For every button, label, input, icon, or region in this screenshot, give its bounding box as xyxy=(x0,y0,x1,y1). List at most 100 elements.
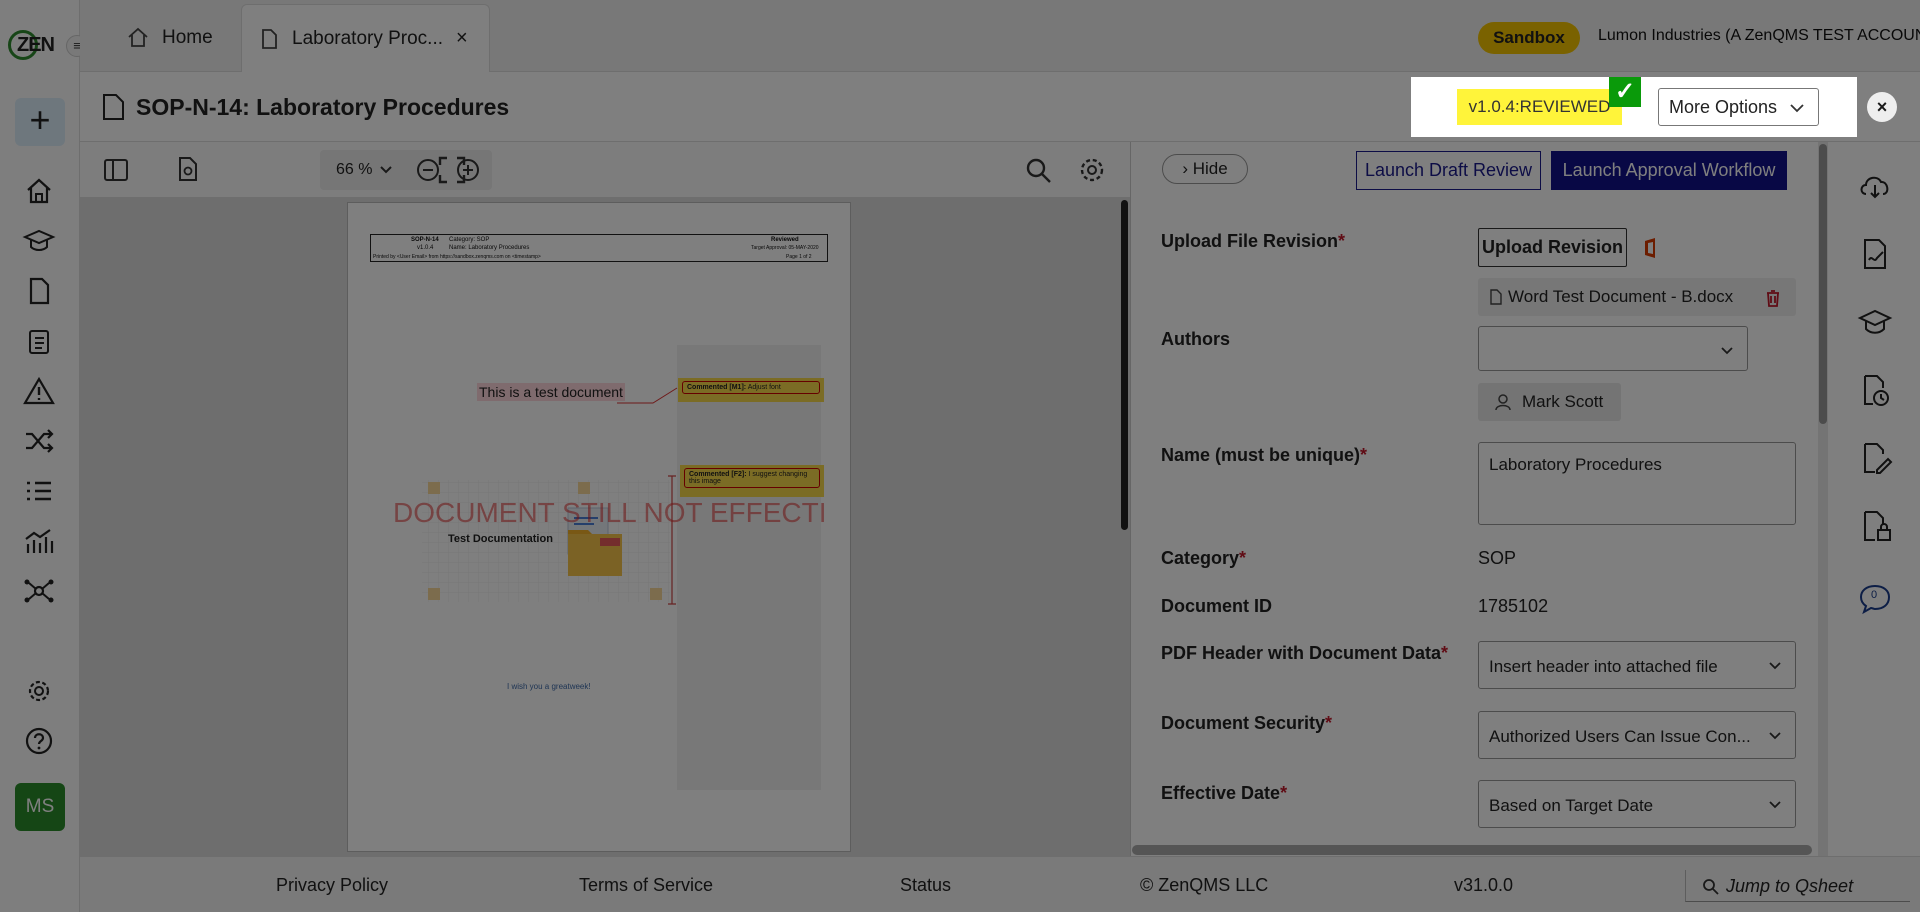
comments-icon[interactable]: 0 xyxy=(1857,580,1893,616)
account-name[interactable]: Lumon Industries (A ZenQMS TEST ACCOUNT) xyxy=(1598,27,1920,45)
privacy-policy-link[interactable]: Privacy Policy xyxy=(276,875,388,896)
search-icon[interactable] xyxy=(1024,156,1052,184)
home-icon xyxy=(128,27,148,47)
document-heading: This is a test document xyxy=(477,383,625,401)
warning-nav-icon[interactable] xyxy=(22,374,56,408)
document-security-value: Authorized Users Can Issue Con... xyxy=(1489,727,1751,746)
author-chip[interactable]: Mark Scott xyxy=(1478,383,1621,421)
checklist-nav-icon[interactable] xyxy=(22,324,56,358)
document-icon xyxy=(262,28,277,49)
documents-nav-icon[interactable] xyxy=(22,274,56,308)
chevron-right-icon: › xyxy=(1182,159,1188,178)
sign-document-icon[interactable] xyxy=(1857,236,1893,272)
header-page-number: Page 1 of 2 xyxy=(786,254,812,260)
tab-home-label: Home xyxy=(162,27,213,48)
authors-select[interactable] xyxy=(1478,326,1748,371)
more-options-button[interactable]: More Options xyxy=(1658,88,1819,126)
author-name: Mark Scott xyxy=(1522,392,1604,411)
document-title: SOP-N-14: Laboratory Procedures xyxy=(136,94,510,120)
more-options-label: More Options xyxy=(1669,97,1778,117)
trash-icon[interactable] xyxy=(1765,289,1781,307)
document-icon xyxy=(103,94,124,120)
edit-document-icon[interactable] xyxy=(1857,440,1893,476)
chevron-down-icon xyxy=(1721,347,1733,355)
header-status: Reviewed xyxy=(771,237,799,243)
office-icon[interactable] xyxy=(1641,236,1661,260)
page-header: SOP-N-14 v1.0.4 Category: SOP Name: Labo… xyxy=(370,234,828,262)
comment-f2[interactable]: Commented [F2]: I suggest changing this … xyxy=(680,465,824,497)
document-lock-icon[interactable] xyxy=(1857,508,1893,544)
document-security-select[interactable]: Authorized Users Can Issue Con... xyxy=(1478,711,1796,759)
zen-logo[interactable]: ZEN xyxy=(8,28,55,64)
training-icon[interactable] xyxy=(1857,304,1893,340)
document-id-value: 1785102 xyxy=(1478,596,1549,616)
comment-f2-author: Commented [F2]: xyxy=(689,471,747,478)
network-nav-icon[interactable] xyxy=(22,574,56,608)
attached-file-chip: Word Test Document - B.docx xyxy=(1478,278,1796,316)
name-textarea[interactable]: Laboratory Procedures xyxy=(1478,442,1796,525)
launch-approval-workflow-button[interactable]: Launch Approval Workflow xyxy=(1551,151,1787,190)
upload-revision-button[interactable]: Upload Revision xyxy=(1478,228,1627,267)
checkmark-icon: ✓ xyxy=(1609,77,1641,107)
chevron-down-icon xyxy=(1769,732,1781,740)
document-search-icon[interactable] xyxy=(176,155,200,183)
comment-margin xyxy=(677,345,821,790)
viewer-scrollbar[interactable] xyxy=(1121,200,1128,530)
home-nav-icon[interactable] xyxy=(22,174,56,208)
logo-text: ZEN xyxy=(17,34,55,56)
comment-m1[interactable]: Commented [M1]: Adjust font xyxy=(678,378,824,402)
left-sidebar: ZEN ≡ + MS xyxy=(0,0,88,912)
cloud-download-icon[interactable] xyxy=(1857,168,1893,204)
close-document-icon[interactable]: × xyxy=(1867,92,1897,122)
list-nav-icon[interactable] xyxy=(22,474,56,508)
create-new-button[interactable]: + xyxy=(15,98,65,146)
draft-watermark: DOCUMENT STILL NOT EFFECTI xyxy=(393,497,827,528)
name-label: Name (must be unique)* xyxy=(1161,445,1368,465)
tab-document-label: Laboratory Proc... xyxy=(292,27,444,49)
gear-icon[interactable] xyxy=(1078,156,1106,184)
pdf-header-value: Insert header into attached file xyxy=(1489,657,1718,676)
training-nav-icon[interactable] xyxy=(22,224,56,258)
sandbox-badge: Sandbox xyxy=(1478,22,1580,54)
tab-laboratory-procedures[interactable]: Laboratory Proc... × xyxy=(241,4,490,72)
viewer-toolbar: 66 % xyxy=(80,142,1130,198)
analytics-nav-icon[interactable] xyxy=(22,524,56,558)
copyright-text: © ZenQMS LLC xyxy=(1140,875,1269,895)
header-doc-version: v1.0.4 xyxy=(417,245,434,251)
hide-panel-button[interactable]: › Hide xyxy=(1162,154,1248,184)
help-nav-icon[interactable] xyxy=(22,724,56,758)
terms-of-service-link[interactable]: Terms of Service xyxy=(579,875,713,896)
app-version: v31.0.0 xyxy=(1454,875,1514,895)
authors-label: Authors xyxy=(1161,329,1230,349)
effective-date-label: Effective Date* xyxy=(1161,783,1288,803)
tab-home[interactable]: Home xyxy=(126,4,256,72)
page-footer-text: I wish you a greatweek! xyxy=(507,682,591,691)
settings-nav-icon[interactable] xyxy=(22,674,56,708)
chevron-down-icon xyxy=(1769,662,1781,670)
panel-horizontal-scrollbar[interactable] xyxy=(1132,845,1812,855)
effective-date-select[interactable]: Based on Target Date xyxy=(1478,780,1796,828)
status-link[interactable]: Status xyxy=(900,875,951,896)
document-history-icon[interactable] xyxy=(1857,372,1893,408)
panel-vertical-scrollbar-thumb[interactable] xyxy=(1819,144,1827,424)
jump-to-qsheet-input[interactable]: Jump to Qsheet xyxy=(1685,870,1910,902)
document-security-label: Document Security* xyxy=(1161,713,1333,733)
document-id-label: Document ID xyxy=(1161,596,1273,616)
launch-draft-review-button[interactable]: Launch Draft Review xyxy=(1356,151,1541,190)
fullscreen-icon[interactable] xyxy=(438,156,466,184)
effective-date-value: Based on Target Date xyxy=(1489,796,1654,815)
comment-connector xyxy=(617,387,678,404)
comment-m1-text: Adjust font xyxy=(747,384,781,391)
shuffle-nav-icon[interactable] xyxy=(22,424,56,458)
zoom-out-icon[interactable] xyxy=(416,158,440,182)
version-badge: v1.0.4:REVIEWED xyxy=(1457,89,1622,125)
tab-close-icon[interactable]: × xyxy=(456,27,468,50)
pdf-header-label: PDF Header with Document Data* xyxy=(1161,643,1449,663)
sidebar-toggle-icon[interactable] xyxy=(103,157,129,183)
header-doc-id: SOP-N-14 xyxy=(411,237,439,243)
zoom-value[interactable]: 66 % xyxy=(336,161,372,179)
pdf-header-select[interactable]: Insert header into attached file xyxy=(1478,641,1796,689)
chevron-down-icon[interactable] xyxy=(380,165,392,175)
user-icon xyxy=(1495,394,1511,411)
user-avatar[interactable]: MS xyxy=(15,783,65,831)
